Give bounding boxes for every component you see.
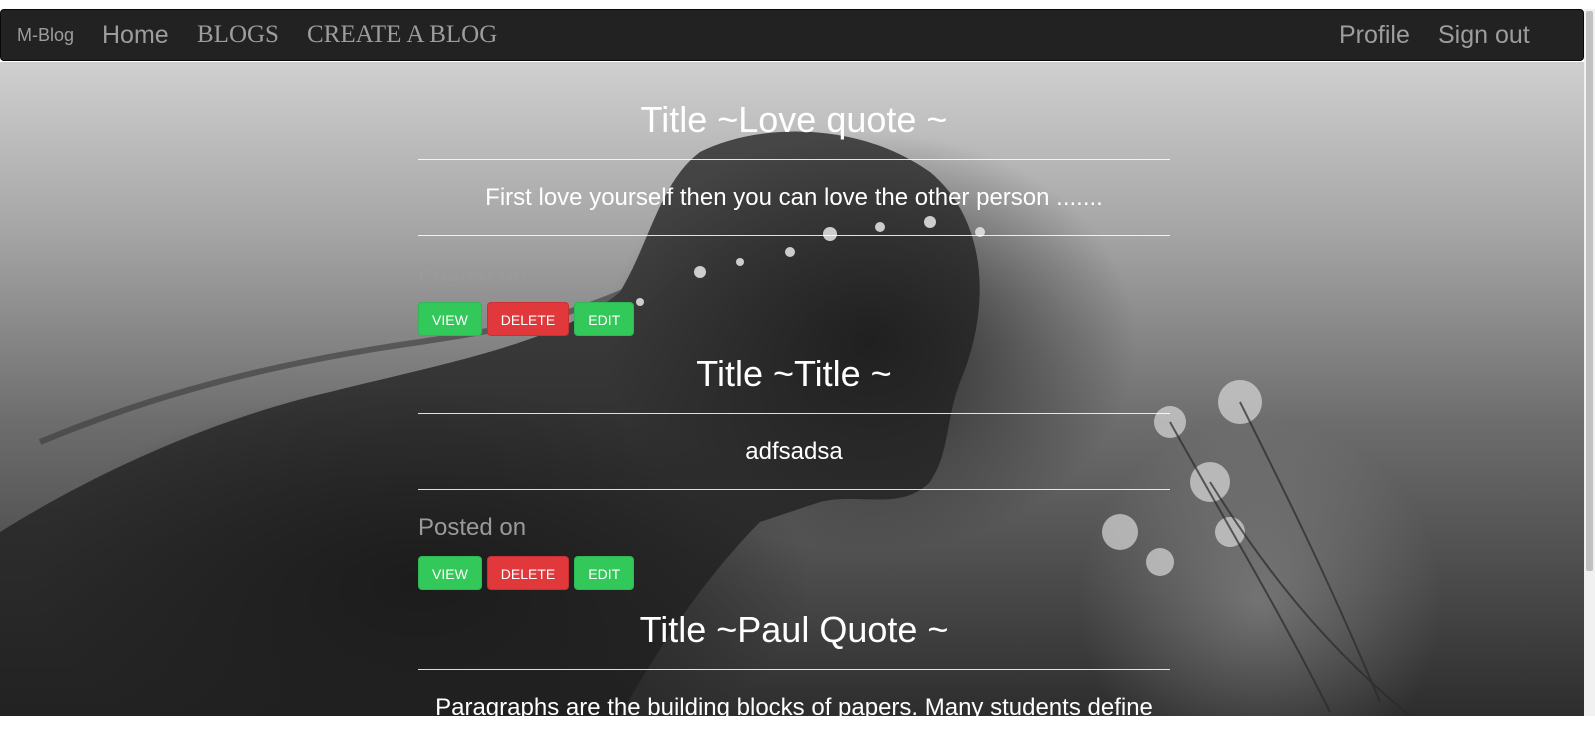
nav-sign-out-link[interactable]: Sign out bbox=[1438, 21, 1530, 50]
post-card: Title ~Love quote ~ First love yourself … bbox=[418, 62, 1170, 336]
nav-create-blog-link[interactable]: CREATE A BLOG bbox=[307, 21, 497, 49]
post-actions: VIEW DELETE EDIT bbox=[418, 556, 1170, 590]
post-body: Paragraphs are the building blocks of pa… bbox=[435, 694, 1153, 721]
post-title: Title ~Love quote ~ bbox=[640, 99, 948, 140]
nav-profile-link[interactable]: Profile bbox=[1339, 21, 1410, 50]
posted-on-label: Posted on bbox=[418, 260, 527, 287]
post-title: Title ~Title ~ bbox=[696, 353, 892, 394]
edit-button[interactable]: EDIT bbox=[574, 302, 635, 336]
scrollbar-thumb[interactable] bbox=[1586, 11, 1593, 571]
edit-button[interactable]: EDIT bbox=[574, 556, 635, 590]
nav-blogs-link[interactable]: BLOGS bbox=[197, 21, 279, 49]
view-button[interactable]: VIEW bbox=[418, 302, 482, 336]
viewport-bottom-edge bbox=[0, 716, 1595, 723]
view-button[interactable]: VIEW bbox=[418, 556, 482, 590]
nav-home-link[interactable]: Home bbox=[102, 21, 169, 50]
post-title: Title ~Paul Quote ~ bbox=[639, 609, 949, 650]
top-navbar: M-Blog Home BLOGS CREATE A BLOG Profile … bbox=[0, 9, 1584, 61]
vertical-scrollbar[interactable] bbox=[1584, 9, 1595, 716]
posted-on-label: Posted on bbox=[418, 514, 527, 541]
brand-link[interactable]: M-Blog bbox=[17, 25, 74, 46]
delete-button[interactable]: DELETE bbox=[486, 302, 570, 336]
post-body: adfsadsa bbox=[745, 438, 843, 465]
posts-list: Title ~Love quote ~ First love yourself … bbox=[418, 62, 1170, 745]
post-card: Title ~Title ~ adfsadsa Posted on VIEW DE… bbox=[418, 336, 1170, 590]
post-actions: VIEW DELETE EDIT bbox=[418, 302, 1170, 336]
post-body: First love yourself then you can love th… bbox=[485, 184, 1103, 211]
delete-button[interactable]: DELETE bbox=[486, 556, 570, 590]
